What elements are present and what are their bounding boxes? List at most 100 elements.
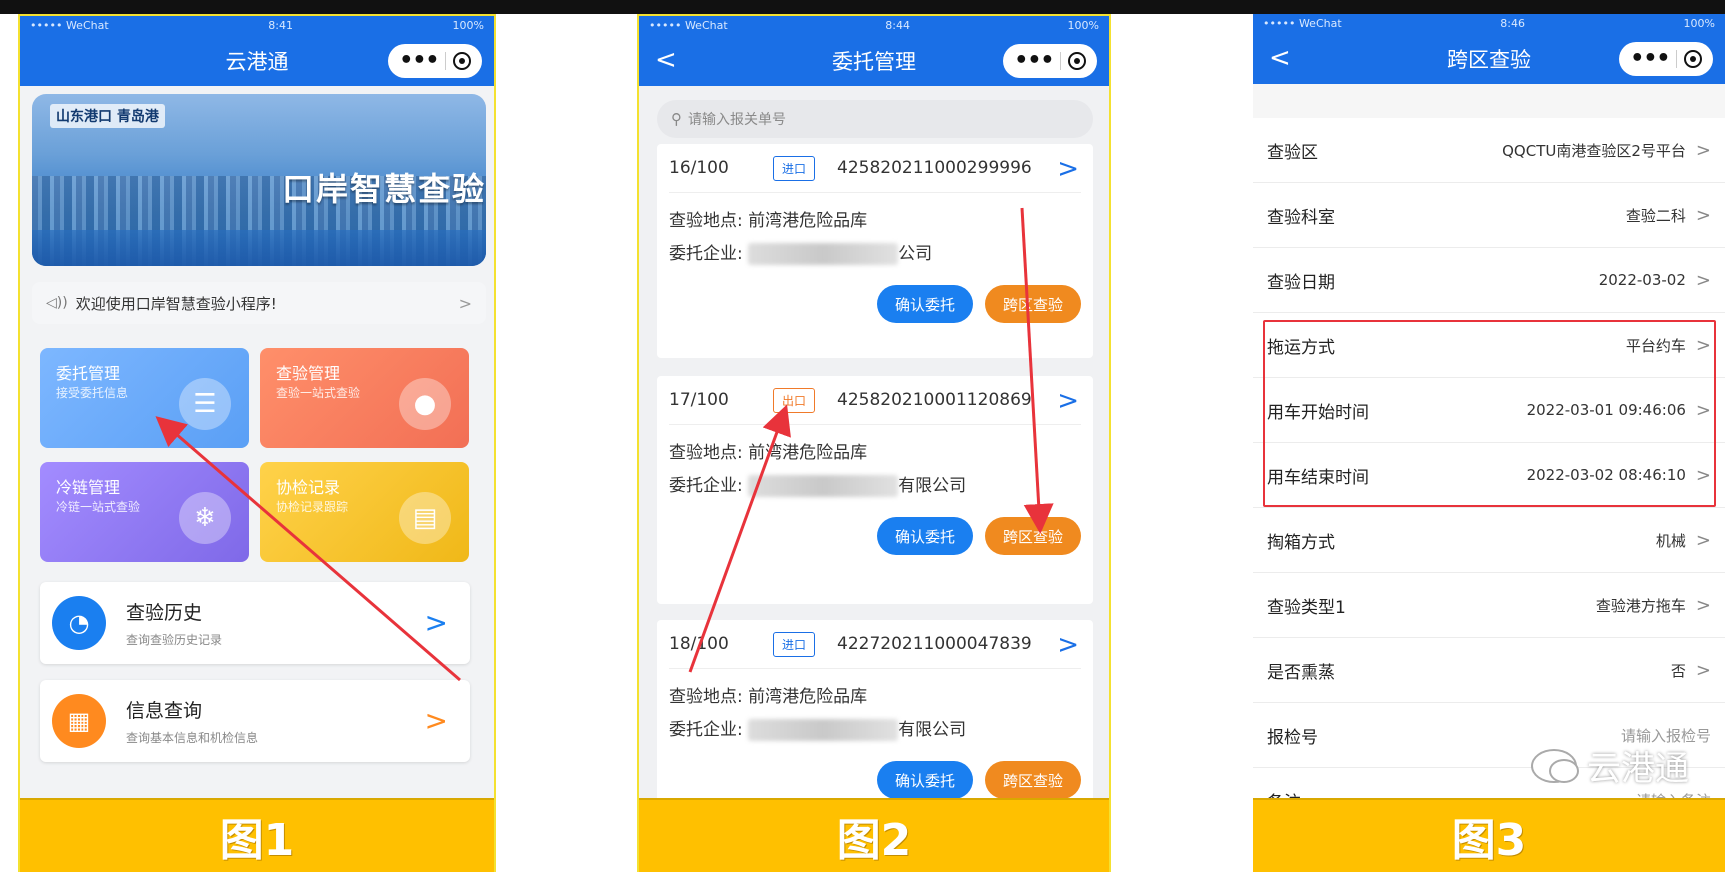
company-suffix: 公司: [898, 244, 933, 264]
blurred-company: [748, 243, 899, 265]
notice-text: 欢迎使用口岸智慧查验小程序!: [75, 294, 277, 313]
order-card[interactable]: 16/100 进口 425820211000299996 > 查验地点: 前湾港…: [657, 144, 1093, 358]
phone-panel-2: ••••• WeChat 8:44 100% < 委托管理 ••• ⚲ 请输入报…: [637, 14, 1111, 872]
tile-title: 冷链管理: [56, 478, 121, 497]
company-label: 委托企业:: [669, 720, 743, 740]
top-black-bar: [0, 0, 1725, 14]
form-row[interactable]: 查验日期 2022-03-02 >: [1253, 248, 1725, 313]
notice-bar[interactable]: ◁)) 欢迎使用口岸智慧查验小程序! >: [32, 282, 486, 324]
form-label: 报检号: [1267, 727, 1318, 748]
cross-zone-inspect-button[interactable]: 跨区查验: [984, 517, 1081, 555]
form-label: 查验区: [1267, 142, 1318, 163]
cross-zone-inspect-button[interactable]: 跨区查验: [984, 285, 1081, 323]
form-value[interactable]: 2022-03-02: [1599, 271, 1686, 289]
form-value[interactable]: 2022-03-01 09:46:06: [1527, 401, 1686, 419]
tile-assist-records[interactable]: 协检记录 协检记录跟踪 ▤: [260, 462, 469, 562]
form-value[interactable]: 否: [1671, 660, 1686, 681]
form-value[interactable]: 查验港方拖车: [1596, 595, 1686, 616]
location-value: 前湾港危险品库: [748, 443, 868, 463]
tile-inspection-management[interactable]: 查验管理 查验一站式查验 ●: [260, 348, 469, 448]
form-row[interactable]: 查验区 QQCTU南港查验区2号平台 >: [1253, 118, 1725, 183]
mini-program-capsule[interactable]: •••: [388, 44, 482, 78]
carrier: ••••• WeChat: [30, 18, 109, 32]
clipboard-icon: ▤: [399, 492, 451, 544]
form-row[interactable]: 拖运方式 平台约车 >: [1253, 313, 1725, 378]
list-item-info-query[interactable]: ▦ 信息查询 查询基本信息和机检信息 >: [40, 680, 470, 762]
app-header: ••••• WeChat 8:41 100% 云港通 •••: [20, 16, 494, 86]
chevron-right-icon[interactable]: >: [1057, 630, 1079, 660]
confirm-entrust-button[interactable]: 确认委托: [876, 517, 973, 555]
form-row[interactable]: 掏箱方式 机械 >: [1253, 508, 1725, 573]
page-title: 跨区查验: [1447, 48, 1531, 72]
import-tag: 进口: [773, 631, 816, 657]
company-label: 委托企业:: [669, 476, 743, 496]
list-item-history[interactable]: ◔ 查验历史 查询查验历史记录 >: [40, 582, 470, 664]
list-subtitle: 查询查验历史记录: [126, 633, 223, 647]
speaker-icon: ◁)): [46, 295, 68, 311]
more-icon[interactable]: •••: [399, 50, 439, 72]
figure-label: 图1: [219, 815, 295, 866]
form-value[interactable]: 查验二科: [1626, 205, 1686, 226]
close-target-icon[interactable]: [452, 52, 471, 70]
order-index: 18/100: [669, 634, 729, 654]
declaration-number: 425820210001120869: [837, 390, 1032, 410]
navbar: < 跨区查验 •••: [1253, 34, 1725, 84]
declaration-number: 425820211000299996: [837, 158, 1032, 178]
confirm-entrust-button[interactable]: 确认委托: [876, 761, 973, 799]
close-target-icon[interactable]: [1683, 50, 1702, 68]
back-icon[interactable]: <: [1269, 44, 1291, 72]
form-value[interactable]: QQCTU南港查验区2号平台: [1502, 140, 1686, 161]
list-title: 信息查询: [126, 700, 203, 722]
chevron-right-icon[interactable]: >: [1057, 154, 1079, 184]
form-row[interactable]: 用车开始时间 2022-03-01 09:46:06 >: [1253, 378, 1725, 443]
snowflake-icon: ❄: [179, 492, 231, 544]
more-icon[interactable]: •••: [1630, 48, 1670, 70]
form-value[interactable]: 2022-03-02 08:46:10: [1527, 466, 1686, 484]
chevron-right-icon: >: [1695, 399, 1711, 421]
import-tag: 进口: [773, 155, 816, 181]
more-icon[interactable]: •••: [1014, 50, 1054, 72]
wechat-watermark: 云港通: [1531, 741, 1689, 790]
page-title: 委托管理: [832, 50, 916, 74]
mini-program-capsule[interactable]: •••: [1619, 42, 1713, 76]
layout-icon: ▦: [52, 694, 106, 748]
back-icon[interactable]: <: [655, 46, 677, 74]
form-value[interactable]: 机械: [1656, 530, 1686, 551]
navbar: < 委托管理 •••: [639, 36, 1109, 86]
status-bar: ••••• WeChat 8:44 100%: [639, 16, 1109, 34]
list-subtitle: 查询基本信息和机检信息: [126, 731, 259, 745]
status-bar: ••••• WeChat 8:41 100%: [20, 16, 494, 34]
tile-entrust-management[interactable]: 委托管理 接受委托信息 ☰: [40, 348, 249, 448]
list-title: 查验历史: [126, 602, 203, 624]
cross-zone-inspect-button[interactable]: 跨区查验: [984, 761, 1081, 799]
carrier: ••••• WeChat: [649, 18, 728, 32]
form-row[interactable]: 是否熏蒸 否 >: [1253, 638, 1725, 703]
battery: 100%: [1067, 18, 1099, 32]
order-card[interactable]: 17/100 出口 425820210001120869 > 查验地点: 前湾港…: [657, 376, 1093, 604]
form-value[interactable]: 平台约车: [1626, 335, 1686, 356]
chevron-right-icon[interactable]: >: [1057, 386, 1079, 416]
form-row[interactable]: 查验类型1 查验港方拖车 >: [1253, 573, 1725, 638]
hero-banner[interactable]: 山东港口 青岛港 口岸智慧查验: [32, 94, 486, 266]
tile-cold-chain[interactable]: 冷链管理 冷链一站式查验 ❄: [40, 462, 249, 562]
form-label: 是否熏蒸: [1267, 662, 1335, 683]
form-row[interactable]: 用车结束时间 2022-03-02 08:46:10 >: [1253, 443, 1725, 508]
battery: 100%: [1683, 16, 1715, 30]
chevron-right-icon: >: [1695, 139, 1711, 161]
watermark-text: 云港通: [1587, 749, 1689, 789]
clock: 8:41: [268, 18, 293, 32]
form-row[interactable]: 查验科室 查验二科 >: [1253, 183, 1725, 248]
phone-panel-3: ••••• WeChat 8:46 100% < 跨区查验 ••• 查验区 QQC…: [1253, 14, 1725, 872]
battery: 100%: [452, 18, 484, 32]
order-index: 16/100: [669, 158, 729, 178]
app-header: ••••• WeChat 8:44 100% < 委托管理 •••: [639, 16, 1109, 86]
confirm-entrust-button[interactable]: 确认委托: [876, 285, 973, 323]
search-input[interactable]: ⚲ 请输入报关单号: [657, 100, 1093, 138]
app-header: ••••• WeChat 8:46 100% < 跨区查验 •••: [1253, 14, 1725, 84]
mini-program-capsule[interactable]: •••: [1003, 44, 1097, 78]
blurred-company: [748, 719, 899, 741]
company-label: 委托企业:: [669, 244, 743, 264]
close-target-icon[interactable]: [1067, 52, 1086, 70]
inspection-form: 查验区 QQCTU南港查验区2号平台 > 查验科室 查验二科 > 查验日期 2022-03-0…: [1253, 118, 1725, 833]
location-value: 前湾港危险品库: [748, 211, 868, 231]
